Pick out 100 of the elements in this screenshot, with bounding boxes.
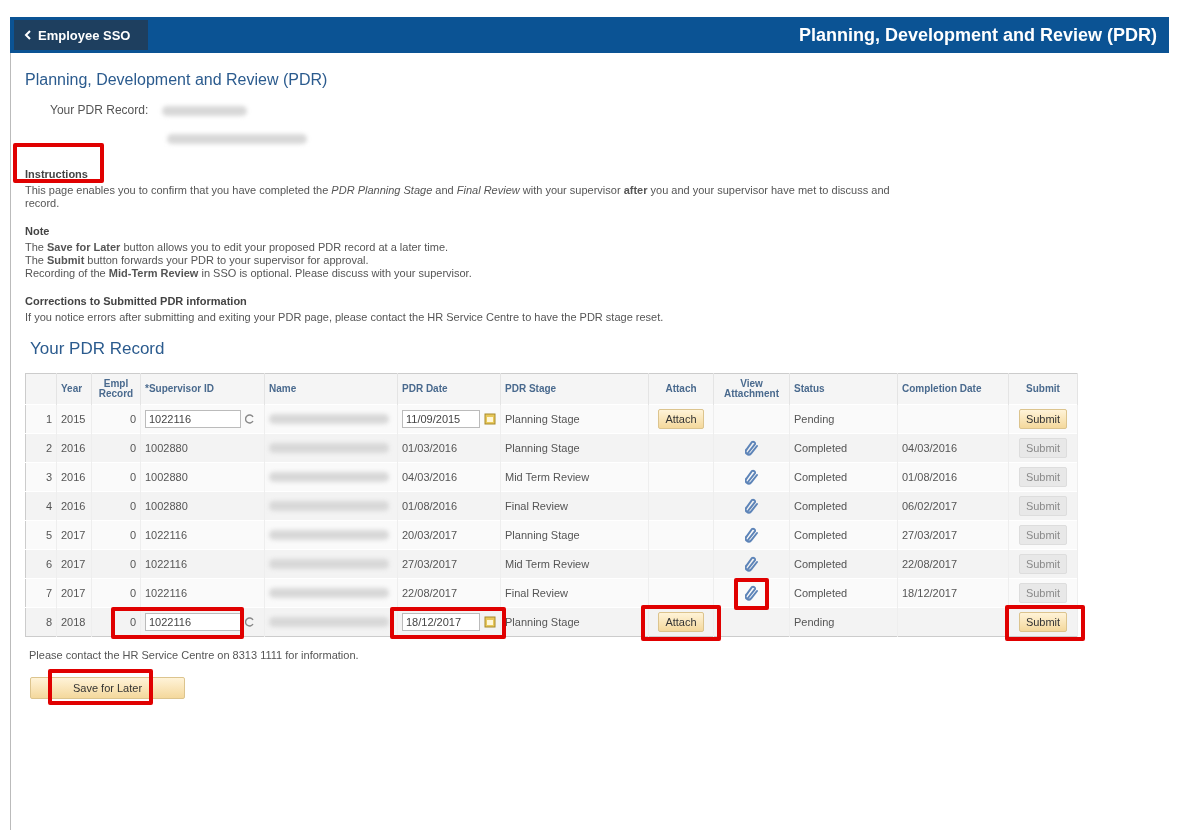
supervisor-id-field[interactable]: 1022116 [145,613,241,631]
table-cell: 27/03/2017 [402,558,458,570]
section-heading: Note [25,225,50,239]
column-header: Name [264,373,398,405]
table-cell: Pending [789,607,898,637]
page-header-title: Planning, Development and Review (PDR) [798,24,1157,46]
table-cell: 27/03/2017 [897,520,1009,550]
table-cell: 1002880 [145,471,188,483]
column-header: PDR Stage [500,373,649,405]
table-cell: 22/08/2017 [897,549,1009,579]
calendar-icon[interactable] [484,413,496,425]
table-cell: 01/08/2016 [897,462,1009,492]
row-number: 8 [25,607,57,637]
table-cell: 2016 [56,433,92,463]
table-cell: 0 [91,404,141,434]
table-cell: Planning Stage [500,404,649,434]
table-cell: Planning Stage [500,433,649,463]
paperclip-icon[interactable] [744,527,759,543]
chevron-left-icon [24,30,32,40]
table-cell: Final Review [500,491,649,521]
table-cell: 0 [91,549,141,579]
row-number: 4 [25,491,57,521]
submit-button[interactable]: Submit [1018,612,1068,632]
back-button[interactable]: Employee SSO [14,20,149,50]
table-cell: 04/03/2016 [402,471,458,483]
row-number: 1 [25,404,57,434]
table-cell: Completed [789,433,898,463]
table-cell: 1022116 [145,529,187,541]
paperclip-icon[interactable] [744,440,759,456]
table-cell: 22/08/2017 [402,587,458,599]
column-header: Empl Record [91,373,141,405]
supervisor-id-field[interactable]: 1022116 [145,410,241,428]
section-heading: Corrections to Submitted PDR information [25,295,247,309]
column-header: Completion Date [897,373,1009,405]
table-cell: Planning Stage [500,607,649,637]
table-cell: 18/12/2017 [897,578,1009,608]
save-for-later-button[interactable]: Save for Later [30,677,185,699]
lookup-icon[interactable] [245,414,255,424]
table-cell: 2016 [56,462,92,492]
paperclip-icon[interactable] [744,469,759,485]
table-cell: 1022116 [145,558,187,570]
row-number: 5 [25,520,57,550]
column-header: Status [789,373,898,405]
table-cell: 0 [91,491,141,521]
column-header: PDR Date [397,373,501,405]
table-cell: 2015 [56,404,92,434]
table-cell: Completed [789,491,898,521]
table-cell: 0 [91,520,141,550]
page-title: Planning, Development and Review (PDR) [25,70,329,89]
column-header: Attach [648,373,714,405]
table-cell: 0 [91,578,141,608]
table-cell: 2016 [56,491,92,521]
row-number: 2 [25,433,57,463]
section-text: The Save for Later button allows you to edit your proposed PDR record at a later time. [25,241,450,254]
table-cell: Planning Stage [500,520,649,550]
table-cell: Completed [789,549,898,579]
section-text: Recording of the Mid-Term Review in SSO is optional. Please discuss with your supervisor. [25,267,473,280]
table-cell: Final Review [500,578,649,608]
table-cell: 2018 [56,607,92,637]
paperclip-icon[interactable] [744,498,759,514]
lookup-icon[interactable] [245,617,255,627]
table-cell: Mid Term Review [500,462,649,492]
table-cell: Completed [789,520,898,550]
table-cell: 20/03/2017 [402,529,458,541]
table-cell: 2017 [56,549,92,579]
section-heading: Instructions [25,168,88,182]
section-text: If you notice errors after submitting and exiting your PDR page, please contact the HR Service Centre to have the PDR stage reset. [25,311,665,324]
table-cell: 04/03/2016 [897,433,1009,463]
attach-button[interactable]: Attach [658,409,704,429]
row-number: 3 [25,462,57,492]
column-header: Year [56,373,92,405]
table-cell: 0 [91,462,141,492]
column-header: Submit [1008,373,1078,405]
table-cell: 06/02/2017 [897,491,1009,521]
table-cell: 1002880 [145,442,188,454]
table-title: Your PDR Record [30,339,166,359]
table-cell: 01/08/2016 [402,500,458,512]
table-cell: 2017 [56,520,92,550]
table-cell: 1022116 [145,587,187,599]
section-text: This page enables you to confirm that you have completed the PDR Planning Stage and Final Review with your supervisor after you and your supervisor have met to discuss and record. [25,184,891,210]
table-cell: Completed [789,578,898,608]
paperclip-icon[interactable] [744,556,759,572]
date-field[interactable]: 18/12/2017 [402,613,480,631]
date-field[interactable]: 11/09/2015 [402,410,480,428]
table-cell: 0 [91,433,141,463]
attach-button[interactable]: Attach [658,612,704,632]
section-text: The Submit button forwards your PDR to your supervisor for approval. [25,254,370,267]
row-number: 7 [25,578,57,608]
table-cell: 1002880 [145,500,188,512]
paperclip-icon[interactable] [744,585,759,601]
table-cell: 2017 [56,578,92,608]
row-number: 6 [25,549,57,579]
table-cell: Mid Term Review [500,549,649,579]
submit-button[interactable]: Submit [1018,409,1068,429]
calendar-icon[interactable] [484,616,496,628]
table-cell: 01/03/2016 [402,442,458,454]
table-cell: Pending [789,404,898,434]
contact-note: Please contact the HR Service Centre on 8313 1111 for information. [29,649,360,661]
record-label: Your PDR Record: [50,103,149,119]
column-header: View Attachment [713,373,790,405]
